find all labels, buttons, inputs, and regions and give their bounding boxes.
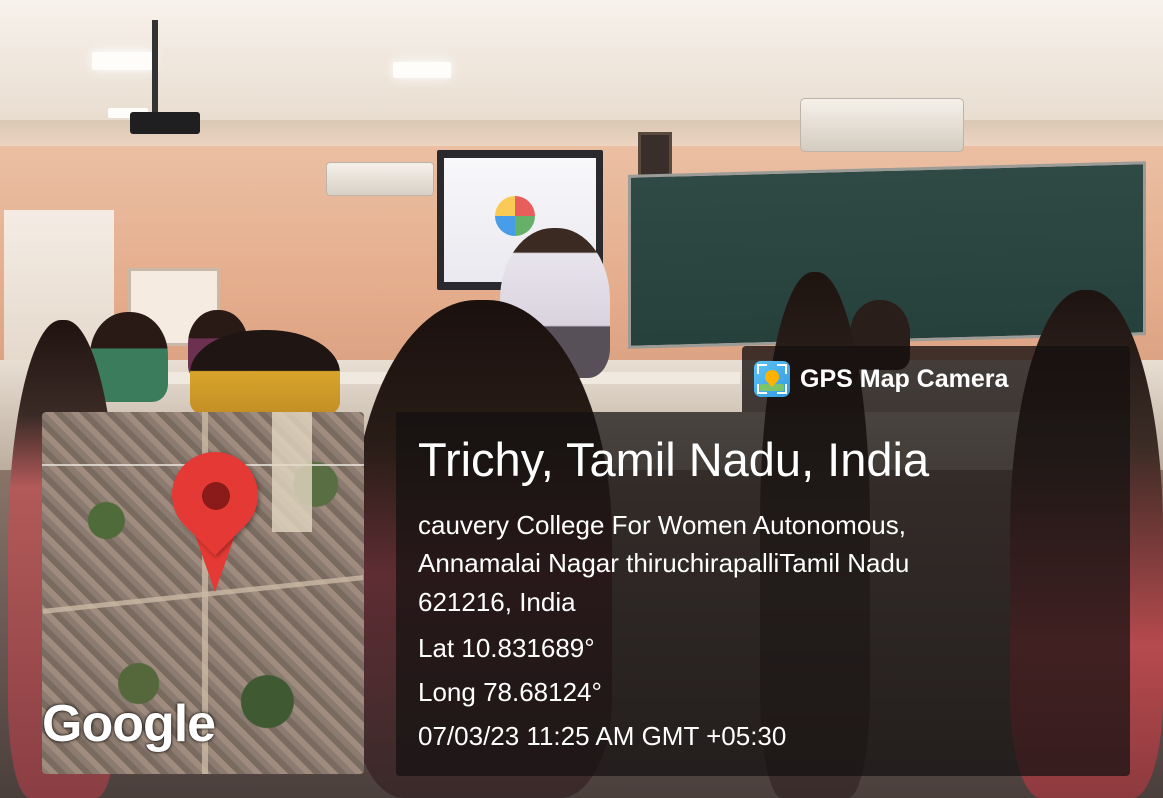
map-field bbox=[272, 412, 312, 532]
ceiling bbox=[0, 0, 1163, 120]
gps-map-camera-badge: GPS Map Camera bbox=[742, 346, 1130, 412]
address-line-1: cauvery College For Women Autonomous, bbox=[418, 510, 906, 540]
ceiling-light bbox=[393, 62, 451, 78]
projector-mount bbox=[152, 20, 158, 114]
ceiling-light bbox=[92, 52, 154, 70]
projector bbox=[130, 112, 200, 134]
longitude: Long 78.68124° bbox=[418, 677, 602, 707]
location-title: Trichy, Tamil Nadu, India bbox=[418, 433, 930, 486]
projected-logo bbox=[495, 196, 535, 236]
address-line-2: Annamalai Nagar thiruchirapalliTamil Nad… bbox=[418, 548, 910, 578]
latitude: Lat 10.831689° bbox=[418, 633, 595, 663]
map-thumbnail[interactable]: Google bbox=[42, 412, 364, 774]
google-logo: Google bbox=[42, 695, 216, 753]
map-pin-icon-center bbox=[202, 482, 230, 510]
student bbox=[190, 330, 340, 420]
air-conditioner bbox=[326, 162, 434, 196]
address-line-3: 621216, India bbox=[418, 587, 576, 617]
gps-map-camera-icon bbox=[754, 361, 790, 397]
location-info-panel: Trichy, Tamil Nadu, India cauvery Colleg… bbox=[396, 412, 1130, 776]
timestamp: 07/03/23 11:25 AM GMT +05:30 bbox=[418, 721, 787, 751]
air-conditioner bbox=[800, 98, 964, 152]
gps-badge-label: GPS Map Camera bbox=[800, 364, 1009, 393]
